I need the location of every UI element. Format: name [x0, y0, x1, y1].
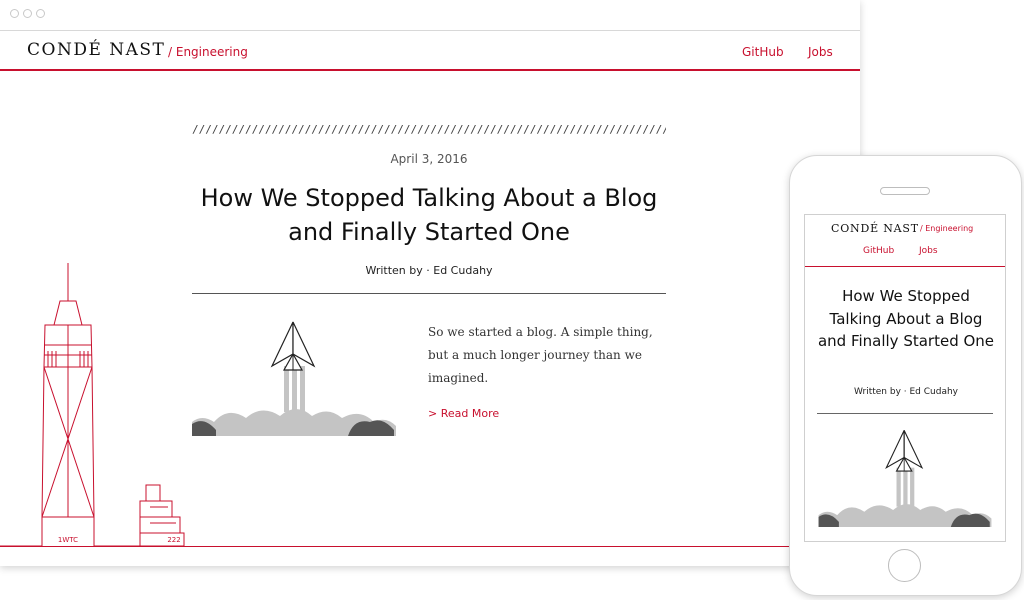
desktop-browser-window: CONDÉ NAST / Engineering GitHub Jobs ///…: [0, 0, 860, 566]
skyline-illustration: 1WTC 222: [0, 263, 185, 547]
post-date: April 3, 2016: [390, 152, 468, 166]
read-more-link[interactable]: > Read More: [428, 407, 499, 420]
post-divider: [192, 293, 666, 294]
skyline-label-222: 222: [167, 536, 180, 544]
mobile-nav-link-github[interactable]: GitHub: [863, 246, 894, 256]
decorative-hatch-divider: ////////////////////////////////////////…: [192, 123, 666, 134]
one-world-trade-center-illustration: [0, 263, 140, 547]
site-section-label[interactable]: / Engineering: [168, 45, 248, 59]
post-excerpt: So we started a blog. A simple thing, bu…: [428, 325, 653, 385]
paper-plane-rocket-icon: [192, 321, 396, 436]
window-maximize-button[interactable]: [36, 9, 45, 18]
mobile-post-divider: [817, 413, 993, 414]
window-close-button[interactable]: [10, 9, 19, 18]
skyline-label-1wtc: 1WTC: [58, 536, 78, 544]
mobile-paper-plane-rocket-icon: [818, 430, 992, 527]
site-logo[interactable]: CONDÉ NAST: [27, 40, 165, 60]
phone-home-button[interactable]: [888, 549, 921, 582]
mobile-phone-frame: CONDÉ NAST / Engineering GitHub Jobs How…: [789, 155, 1022, 596]
mobile-header-divider: [805, 266, 1005, 267]
ground-line: [0, 546, 860, 547]
mobile-screen: CONDÉ NAST / Engineering GitHub Jobs How…: [804, 214, 1006, 542]
mobile-site-section-label[interactable]: / Engineering: [920, 224, 973, 233]
mobile-post-title[interactable]: How We Stopped Talking About a Blog and …: [815, 285, 997, 353]
phone-speaker: [880, 187, 930, 195]
mobile-nav-link-jobs[interactable]: Jobs: [919, 246, 938, 256]
site-header: CONDÉ NAST / Engineering GitHub Jobs: [0, 31, 860, 71]
mobile-post-author: Written by · Ed Cudahy: [854, 387, 958, 397]
browser-titlebar: [0, 0, 860, 31]
nav-link-jobs[interactable]: Jobs: [808, 45, 833, 59]
post-title[interactable]: How We Stopped Talking About a Blog and …: [192, 181, 666, 249]
window-minimize-button[interactable]: [23, 9, 32, 18]
mobile-site-logo[interactable]: CONDÉ NAST: [831, 222, 919, 235]
post-author: Written by · Ed Cudahy: [365, 264, 493, 277]
nav-link-github[interactable]: GitHub: [742, 45, 784, 59]
